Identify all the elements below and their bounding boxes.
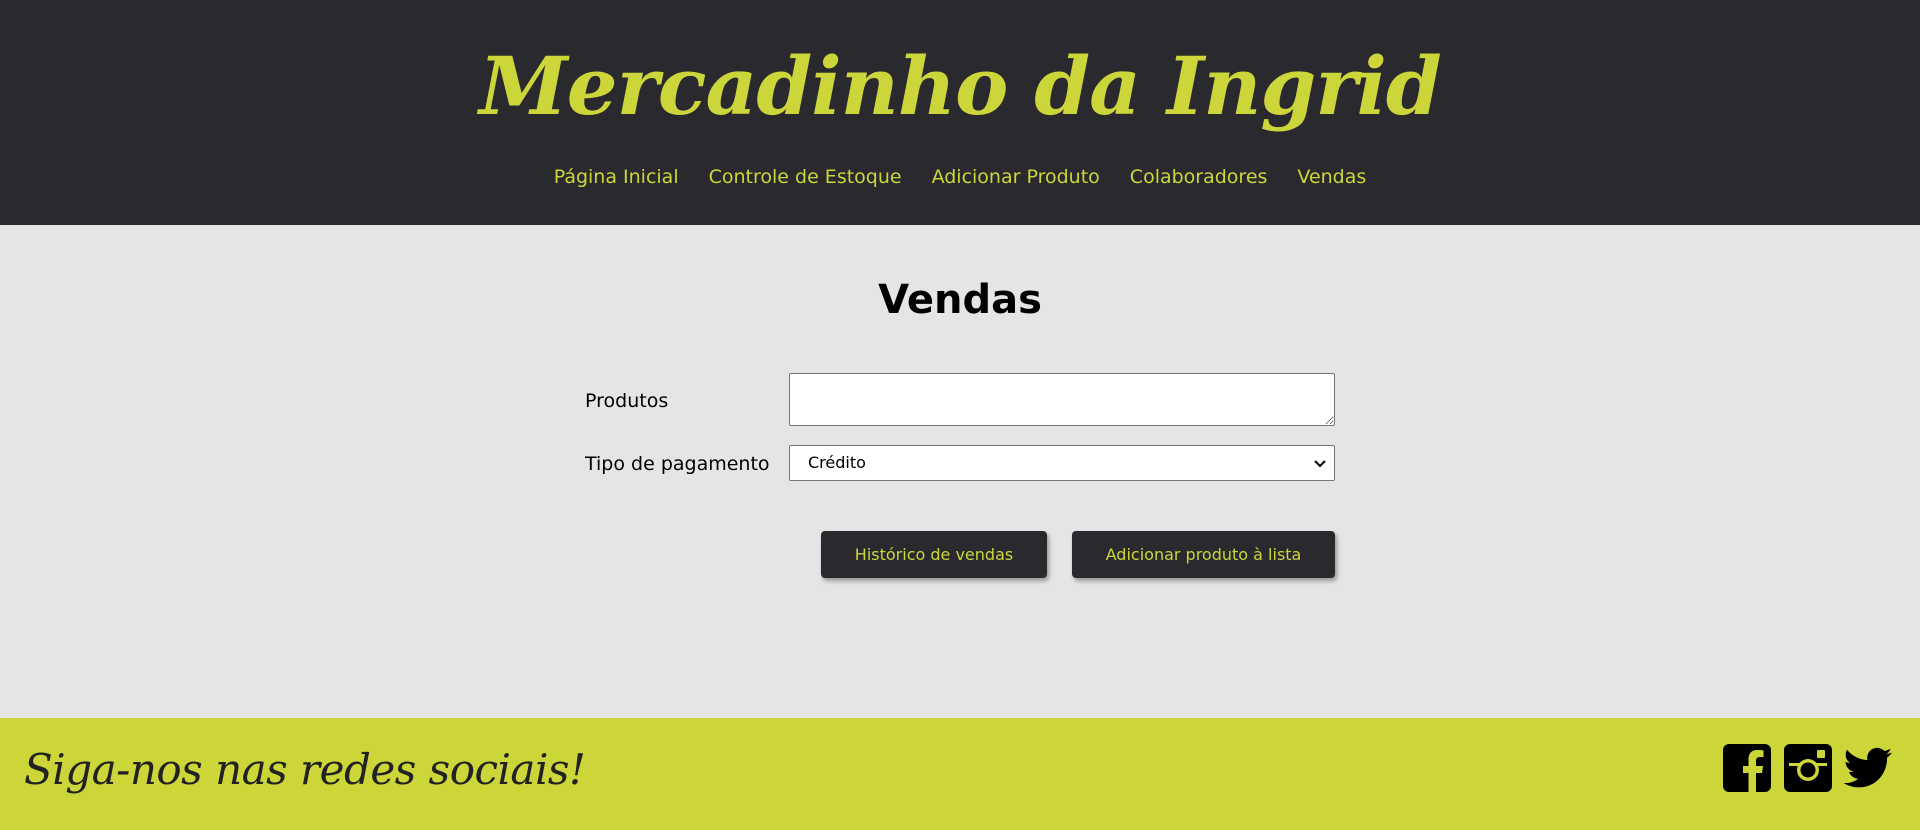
footer-social-text: Siga-nos nas redes sociais! — [24, 745, 586, 794]
site-footer: Siga-nos nas redes sociais! — [0, 718, 1920, 830]
site-title: Mercadinho da Ingrid — [479, 39, 1442, 133]
nav-link-controle-de-estoque[interactable]: Controle de Estoque — [709, 163, 902, 191]
add-product-to-list-button[interactable]: Adicionar produto à lista — [1072, 531, 1335, 578]
main-nav: Página Inicial Controle de Estoque Adici… — [0, 163, 1920, 191]
site-header: Mercadinho da Ingrid Página Inicial Cont… — [0, 0, 1920, 225]
nav-link-pagina-inicial[interactable]: Página Inicial — [554, 163, 679, 191]
products-textarea[interactable] — [789, 373, 1335, 426]
facebook-icon[interactable] — [1722, 743, 1772, 793]
payment-type-selected-value: Crédito — [808, 453, 866, 472]
nav-link-colaboradores[interactable]: Colaboradores — [1130, 163, 1268, 191]
products-label: Produtos — [585, 390, 669, 412]
payment-type-select[interactable]: Crédito — [789, 445, 1335, 481]
chevron-down-icon — [1314, 460, 1326, 468]
sales-history-button[interactable]: Histórico de vendas — [821, 531, 1047, 578]
nav-link-adicionar-produto[interactable]: Adicionar Produto — [932, 163, 1100, 191]
nav-link-vendas[interactable]: Vendas — [1297, 163, 1366, 191]
twitter-icon[interactable] — [1843, 743, 1893, 793]
page-title: Vendas — [878, 277, 1042, 323]
payment-type-label: Tipo de pagamento — [585, 453, 770, 475]
instagram-icon[interactable] — [1783, 743, 1833, 793]
